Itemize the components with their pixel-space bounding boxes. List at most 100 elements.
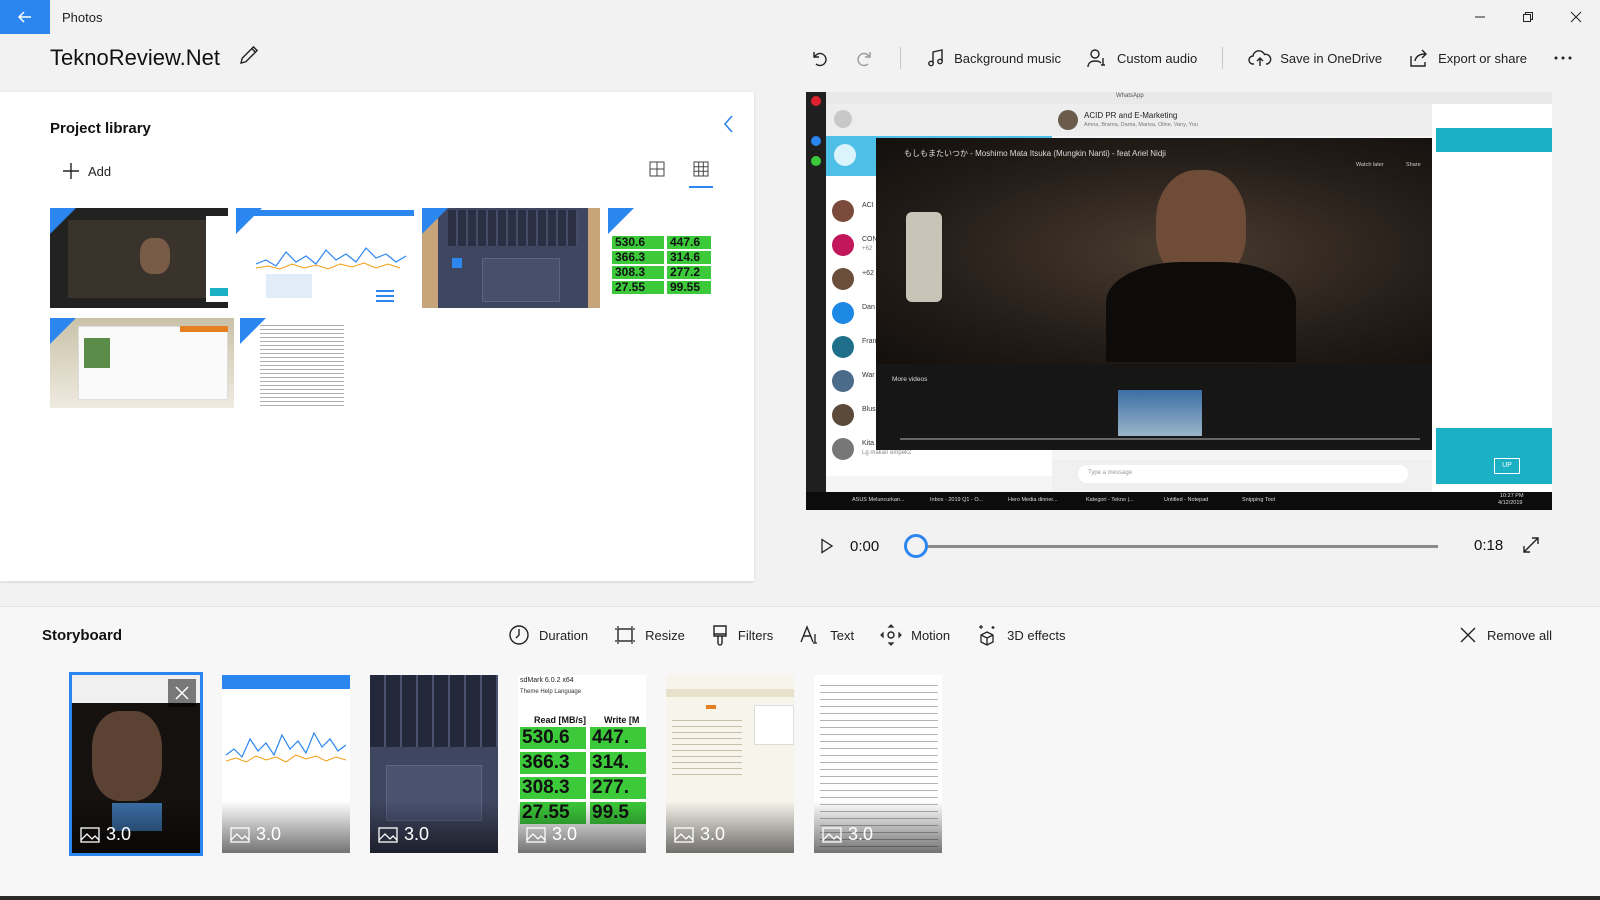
save-onedrive-label: Save in OneDrive <box>1280 50 1383 66</box>
benchmark-value: 530.6 <box>520 727 586 749</box>
taskbar-item[interactable]: Untitled - Notepad <box>1164 494 1236 506</box>
clip-duration-label: 3.0 <box>848 824 874 844</box>
benchmark-value: 308.3 <box>520 777 586 799</box>
export-share-button[interactable]: Export or share <box>1395 42 1540 74</box>
chat-avatar <box>832 370 854 392</box>
remove-clip-button[interactable] <box>168 679 196 707</box>
minimize-icon <box>1475 16 1485 18</box>
used-in-project-marker <box>240 318 266 344</box>
collapse-library-button[interactable] <box>722 114 736 139</box>
scroll-up-badge: UP <box>1494 458 1520 474</box>
storyboard-clip[interactable]: sdMark 6.0.2 x64 Theme Help Language Rea… <box>518 675 646 853</box>
library-thumbnail-retail-page[interactable] <box>50 318 234 408</box>
add-media-button[interactable]: Add <box>62 162 111 180</box>
video-preview[interactable]: WhatsApp ACID PR and E-Marketing Amna, B… <box>806 92 1552 510</box>
custom-audio-label: Custom audio <box>1117 50 1198 66</box>
chat-name[interactable]: Fran <box>862 338 876 345</box>
seek-track[interactable] <box>916 545 1438 548</box>
storyboard-title: Storyboard <box>42 627 123 644</box>
storyboard-clip[interactable]: 3.0 <box>814 675 942 853</box>
storyboard-clip[interactable]: 3.0 <box>666 675 794 853</box>
library-thumbnail-laptop-keyboard[interactable] <box>422 208 600 308</box>
taskbar-item[interactable]: Hero Media dinner... <box>1008 494 1080 506</box>
read-header: Read [MB/s] <box>534 715 587 725</box>
text-icon <box>800 625 818 644</box>
project-title-row: TeknoReview.Net <box>50 44 260 72</box>
chat-avatar <box>832 404 854 426</box>
library-thumbnail-disk-benchmark[interactable]: 530.6 447.6 366.3 314.6 308.3 277.2 27.55 99.55 <box>608 208 720 308</box>
toolbar-separator <box>900 47 902 69</box>
seek-thumb[interactable] <box>904 534 928 558</box>
back-button[interactable] <box>0 0 50 34</box>
text-label: Text <box>830 627 855 643</box>
share-label: Share <box>1406 162 1421 168</box>
more-options-button[interactable] <box>1540 42 1586 74</box>
3d-cube-sparkle-icon <box>979 625 995 646</box>
remove-all-button[interactable]: Remove all <box>1459 619 1552 651</box>
storyboard-clip[interactable]: 3.0 <box>222 675 350 853</box>
redo-button[interactable] <box>842 42 888 74</box>
rename-button[interactable] <box>238 44 260 72</box>
filters-button[interactable]: Filters <box>711 619 773 651</box>
library-thumbnail-analytics[interactable] <box>236 208 414 308</box>
fullscreen-button[interactable] <box>1522 536 1540 559</box>
chat-name[interactable]: Dan <box>862 304 875 311</box>
taskbar-item[interactable]: Kategori - Tekno |... <box>1086 494 1158 506</box>
used-in-project-marker <box>236 208 262 234</box>
add-label: Add <box>88 163 112 179</box>
person-audio-icon <box>1087 49 1106 68</box>
large-grid-view-button[interactable] <box>648 160 666 178</box>
close-window-button[interactable] <box>1552 0 1600 34</box>
maximize-button[interactable] <box>1504 0 1552 34</box>
resize-button[interactable]: Resize <box>614 619 685 651</box>
library-thumbnail-video-screenshot[interactable] <box>50 208 228 308</box>
minimize-button[interactable] <box>1456 0 1504 34</box>
project-library-panel: Project library Add 530.6 447.6 366.3 31… <box>0 92 754 581</box>
expand-icon <box>1523 537 1539 553</box>
library-thumbnail-spec-sheet[interactable] <box>240 318 352 408</box>
save-onedrive-button[interactable]: Save in OneDrive <box>1235 42 1395 74</box>
taskbar-item[interactable]: Inbox - 2019 Q1 - O... <box>930 494 1002 506</box>
undo-button[interactable] <box>796 42 842 74</box>
close-icon <box>1570 11 1582 23</box>
taskbar-clock-time: 10:27 PM <box>1500 493 1524 499</box>
storyboard-clip[interactable]: 3.0 <box>370 675 498 853</box>
current-time: 0:00 <box>850 537 880 555</box>
chat-members: Amna, Brama, Dama, Marisa, Oline, Vany, … <box>1084 122 1198 128</box>
clip-duration-label: 3.0 <box>256 824 282 844</box>
storyboard-tools: Duration Resize Filters Text Motion 3D e… <box>508 619 1091 651</box>
taskbar-item[interactable]: ASUS Meluncurkan... <box>852 494 924 506</box>
used-in-project-marker <box>50 318 76 344</box>
chat-name[interactable]: War <box>862 372 875 379</box>
benchmark-value: 366.3 <box>520 752 586 774</box>
clip-duration: 3.0 <box>230 824 281 845</box>
small-grid-view-button[interactable] <box>689 160 713 188</box>
custom-audio-button[interactable]: Custom audio <box>1074 42 1210 74</box>
used-in-project-marker <box>422 208 448 234</box>
analytics-chart-graphic <box>256 247 406 270</box>
benchmark-menu: Theme Help Language <box>520 689 582 695</box>
storyboard-clip[interactable]: 3.0 <box>72 675 200 853</box>
chat-name[interactable]: +62 <box>862 270 874 277</box>
taskbar-item[interactable]: Snipping Tool <box>1242 494 1314 506</box>
small-grid-icon <box>693 161 709 177</box>
background-music-button[interactable]: Background music <box>913 42 1074 74</box>
play-button[interactable] <box>816 535 838 557</box>
duration-button[interactable]: Duration <box>508 619 588 651</box>
write-header: Write [M <box>604 715 640 725</box>
chat-title: ACID PR and E-Marketing <box>1084 111 1178 120</box>
embedded-video-title: もしもまたいつか - Moshimo Mata Itsuka (Mungkin … <box>904 149 1166 158</box>
motion-button[interactable]: Motion <box>880 619 950 651</box>
3d-effects-button[interactable]: 3D effects <box>976 619 1065 651</box>
chat-name[interactable]: ACI <box>862 202 874 209</box>
pencil-icon <box>240 45 259 64</box>
more-videos-label: More videos <box>892 376 928 383</box>
image-icon <box>674 826 694 843</box>
benchmark-value: 277.2 <box>667 266 711 279</box>
benchmark-value: 314.6 <box>667 251 711 264</box>
storyboard-panel: Storyboard Duration Resize Filters Text … <box>0 606 1600 900</box>
clip-duration: 3.0 <box>80 824 131 845</box>
chat-name[interactable]: Blus <box>862 406 876 413</box>
clip-duration-label: 3.0 <box>552 824 578 844</box>
text-button[interactable]: Text <box>799 619 854 651</box>
